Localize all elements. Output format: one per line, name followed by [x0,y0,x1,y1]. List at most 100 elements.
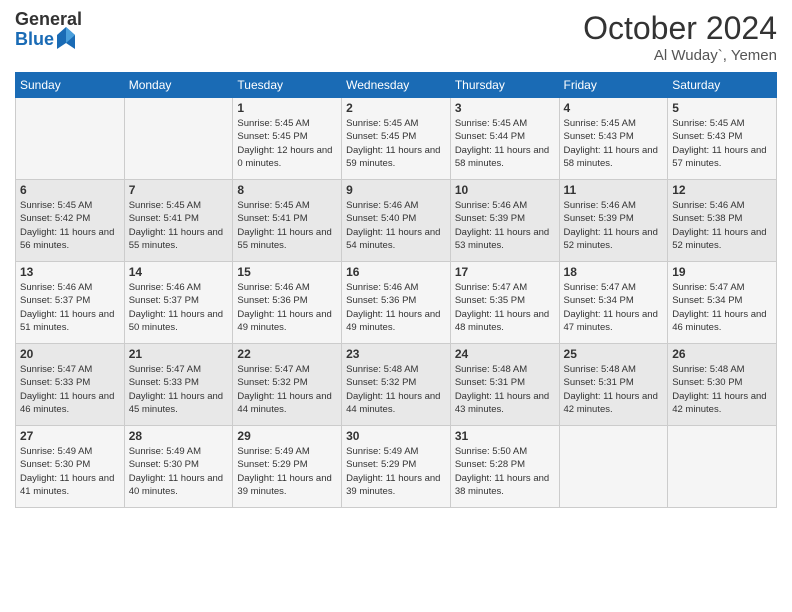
day-info: Sunrise: 5:50 AM Sunset: 5:28 PM Dayligh… [455,445,555,498]
day-number: 31 [455,429,555,443]
calendar-cell-w5-d2: 29 Sunrise: 5:49 AM Sunset: 5:29 PM Dayli… [233,426,342,508]
calendar-cell-w1-d5: 4 Sunrise: 5:45 AM Sunset: 5:43 PM Daylig… [559,98,668,180]
calendar-cell-w1-d3: 2 Sunrise: 5:45 AM Sunset: 5:45 PM Daylig… [342,98,451,180]
day-number: 24 [455,347,555,361]
header-thursday: Thursday [450,73,559,98]
calendar-cell-w2-d2: 8 Sunrise: 5:45 AM Sunset: 5:41 PM Daylig… [233,180,342,262]
day-number: 9 [346,183,446,197]
day-number: 7 [129,183,229,197]
day-info: Sunrise: 5:46 AM Sunset: 5:37 PM Dayligh… [20,281,120,334]
day-number: 2 [346,101,446,115]
day-info: Sunrise: 5:47 AM Sunset: 5:35 PM Dayligh… [455,281,555,334]
week-row-4: 20 Sunrise: 5:47 AM Sunset: 5:33 PM Dayli… [16,344,777,426]
weekday-header-row: Sunday Monday Tuesday Wednesday Thursday… [16,73,777,98]
calendar-cell-w3-d5: 18 Sunrise: 5:47 AM Sunset: 5:34 PM Dayli… [559,262,668,344]
day-number: 14 [129,265,229,279]
day-number: 12 [672,183,772,197]
title-location: Al Wuday`, Yemen [583,47,777,64]
calendar-cell-w5-d1: 28 Sunrise: 5:49 AM Sunset: 5:30 PM Dayli… [124,426,233,508]
calendar-cell-w5-d5 [559,426,668,508]
calendar-cell-w2-d0: 6Sunrise: 5:45 AM Sunset: 5:42 PM Daylig… [16,180,125,262]
day-info: Sunrise: 5:47 AM Sunset: 5:33 PM Dayligh… [20,363,120,416]
day-info: Sunrise: 5:46 AM Sunset: 5:39 PM Dayligh… [455,199,555,252]
header-wednesday: Wednesday [342,73,451,98]
calendar-cell-w4-d0: 20 Sunrise: 5:47 AM Sunset: 5:33 PM Dayli… [16,344,125,426]
week-row-2: 6Sunrise: 5:45 AM Sunset: 5:42 PM Daylig… [16,180,777,262]
day-info: Sunrise: 5:45 AM Sunset: 5:43 PM Dayligh… [564,117,664,170]
day-number: 4 [564,101,664,115]
day-number: 29 [237,429,337,443]
header-saturday: Saturday [668,73,777,98]
day-number: 28 [129,429,229,443]
calendar-cell-w4-d1: 21 Sunrise: 5:47 AM Sunset: 5:33 PM Dayli… [124,344,233,426]
calendar-cell-w5-d0: 27 Sunrise: 5:49 AM Sunset: 5:30 PM Dayli… [16,426,125,508]
day-number: 10 [455,183,555,197]
day-info: Sunrise: 5:48 AM Sunset: 5:30 PM Dayligh… [672,363,772,416]
day-info: Sunrise: 5:45 AM Sunset: 5:45 PM Dayligh… [237,117,337,170]
calendar-cell-w1-d1 [124,98,233,180]
week-row-1: 1Sunrise: 5:45 AM Sunset: 5:45 PM Daylig… [16,98,777,180]
title-month: October 2024 [583,10,777,47]
calendar-cell-w4-d2: 22Sunrise: 5:47 AM Sunset: 5:32 PM Dayli… [233,344,342,426]
calendar-cell-w3-d4: 17 Sunrise: 5:47 AM Sunset: 5:35 PM Dayli… [450,262,559,344]
day-info: Sunrise: 5:45 AM Sunset: 5:45 PM Dayligh… [346,117,446,170]
logo-text: General Blue [15,10,82,50]
calendar-cell-w2-d4: 10 Sunrise: 5:46 AM Sunset: 5:39 PM Dayli… [450,180,559,262]
calendar-header: Sunday Monday Tuesday Wednesday Thursday… [16,73,777,98]
day-info: Sunrise: 5:49 AM Sunset: 5:30 PM Dayligh… [129,445,229,498]
logo-blue: Blue [15,30,54,50]
day-info: Sunrise: 5:47 AM Sunset: 5:34 PM Dayligh… [564,281,664,334]
day-info: Sunrise: 5:45 AM Sunset: 5:43 PM Dayligh… [672,117,772,170]
calendar-cell-w5-d3: 30Sunrise: 5:49 AM Sunset: 5:29 PM Dayli… [342,426,451,508]
header: General Blue October 2024 Al Wuday`, Yem… [15,10,777,64]
day-info: Sunrise: 5:45 AM Sunset: 5:41 PM Dayligh… [129,199,229,252]
calendar-cell-w2-d3: 9 Sunrise: 5:46 AM Sunset: 5:40 PM Daylig… [342,180,451,262]
day-number: 11 [564,183,664,197]
day-number: 20 [20,347,120,361]
day-number: 6 [20,183,120,197]
day-info: Sunrise: 5:48 AM Sunset: 5:31 PM Dayligh… [455,363,555,416]
calendar-body: 1Sunrise: 5:45 AM Sunset: 5:45 PM Daylig… [16,98,777,508]
logo: General Blue [15,10,82,50]
calendar-cell-w5-d4: 31 Sunrise: 5:50 AM Sunset: 5:28 PM Dayli… [450,426,559,508]
header-tuesday: Tuesday [233,73,342,98]
calendar-cell-w4-d6: 26 Sunrise: 5:48 AM Sunset: 5:30 PM Dayli… [668,344,777,426]
header-sunday: Sunday [16,73,125,98]
day-info: Sunrise: 5:46 AM Sunset: 5:36 PM Dayligh… [237,281,337,334]
calendar-cell-w1-d6: 5 Sunrise: 5:45 AM Sunset: 5:43 PM Daylig… [668,98,777,180]
day-number: 13 [20,265,120,279]
day-number: 25 [564,347,664,361]
day-number: 27 [20,429,120,443]
day-number: 30 [346,429,446,443]
calendar-cell-w4-d5: 25Sunrise: 5:48 AM Sunset: 5:31 PM Dayli… [559,344,668,426]
day-number: 19 [672,265,772,279]
day-info: Sunrise: 5:48 AM Sunset: 5:32 PM Dayligh… [346,363,446,416]
day-info: Sunrise: 5:46 AM Sunset: 5:40 PM Dayligh… [346,199,446,252]
calendar-cell-w1-d4: 3Sunrise: 5:45 AM Sunset: 5:44 PM Daylig… [450,98,559,180]
calendar-cell-w3-d1: 14 Sunrise: 5:46 AM Sunset: 5:37 PM Dayli… [124,262,233,344]
logo-icon [57,27,75,49]
calendar-cell-w3-d3: 16Sunrise: 5:46 AM Sunset: 5:36 PM Dayli… [342,262,451,344]
day-number: 17 [455,265,555,279]
day-number: 26 [672,347,772,361]
calendar-table: Sunday Monday Tuesday Wednesday Thursday… [15,72,777,508]
day-info: Sunrise: 5:45 AM Sunset: 5:41 PM Dayligh… [237,199,337,252]
calendar-cell-w2-d1: 7 Sunrise: 5:45 AM Sunset: 5:41 PM Daylig… [124,180,233,262]
calendar-cell-w3-d2: 15Sunrise: 5:46 AM Sunset: 5:36 PM Dayli… [233,262,342,344]
title-block: October 2024 Al Wuday`, Yemen [583,10,777,64]
calendar-cell-w5-d6 [668,426,777,508]
day-info: Sunrise: 5:49 AM Sunset: 5:29 PM Dayligh… [237,445,337,498]
day-info: Sunrise: 5:46 AM Sunset: 5:37 PM Dayligh… [129,281,229,334]
day-info: Sunrise: 5:49 AM Sunset: 5:30 PM Dayligh… [20,445,120,498]
day-number: 16 [346,265,446,279]
day-number: 21 [129,347,229,361]
day-number: 5 [672,101,772,115]
day-number: 8 [237,183,337,197]
week-row-3: 13 Sunrise: 5:46 AM Sunset: 5:37 PM Dayli… [16,262,777,344]
calendar-cell-w3-d6: 19Sunrise: 5:47 AM Sunset: 5:34 PM Dayli… [668,262,777,344]
calendar-cell-w2-d6: 12Sunrise: 5:46 AM Sunset: 5:38 PM Dayli… [668,180,777,262]
day-number: 18 [564,265,664,279]
calendar-cell-w1-d2: 1Sunrise: 5:45 AM Sunset: 5:45 PM Daylig… [233,98,342,180]
day-info: Sunrise: 5:47 AM Sunset: 5:33 PM Dayligh… [129,363,229,416]
day-number: 22 [237,347,337,361]
